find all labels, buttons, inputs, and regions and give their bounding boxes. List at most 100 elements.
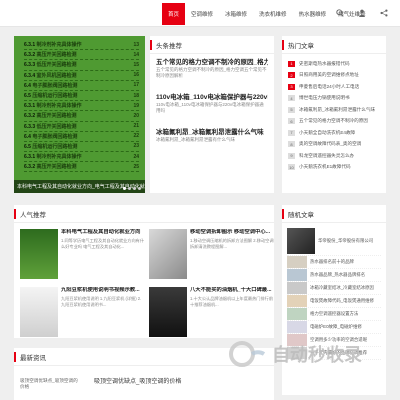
popular-summary: 九阳豆浆机使用说明 1.九阳豆浆机 (详细) 2.九阳豆浆机使用说明书... <box>61 296 142 307</box>
headline-title[interactable]: 五个常见的格力空调不制冷的原因_格力空调... <box>156 58 268 67</box>
hero-line: 6.3.1 制冷剂补充具体操作 13 <box>24 40 139 51</box>
hero-line: 6.3.1 制冷剂补充具体操作 19 <box>24 101 139 112</box>
hot-article-item[interactable]: 10 小天鹅洗衣机E1故障代码 <box>288 162 380 174</box>
hot-article-item[interactable]: 3 申菱售后电话24小时人工电话 <box>288 81 380 93</box>
hot-article-item[interactable]: 4 博世电压力锅使用说明书 <box>288 93 380 105</box>
headline-title[interactable]: 冰箱氟利昂_冰箱氟利昂泄露什么气味 <box>156 128 268 137</box>
latest-news-title[interactable]: 吸顶空调优缺点_吸顶空调的价格 <box>94 378 264 386</box>
hero-line: 6.4 电子膨胀阀回路检测 22 <box>24 132 139 142</box>
headline-summary: 110v电冰箱_110v电冰箱保护器与220v电冰箱保护器通用吗 <box>156 102 264 113</box>
rank-badge: 10 <box>288 164 295 171</box>
hero-line: 6.3.3 低压开关回路检测 21 <box>24 122 139 132</box>
article-thumbnail[interactable] <box>287 347 307 359</box>
latest-news-heading: 最新资讯 <box>14 348 274 366</box>
nav-item-ac[interactable]: 空调维修 <box>185 3 219 25</box>
random-article-item[interactable]: 电饭煲故障代码_电饭煲通用维修 <box>287 295 381 308</box>
pagination-dot[interactable] <box>138 187 141 190</box>
hot-article-item[interactable]: 6 五个常见的格力空调不制冷的原因 <box>288 116 380 128</box>
popular-item[interactable]: 九阳豆浆机使用说明书视频示教... 九阳豆浆机使用说明 1.九阳豆浆机 (详细)… <box>20 287 145 342</box>
article-thumbnail[interactable] <box>287 321 307 333</box>
hero-slider[interactable]: 6.3.1 制冷剂补充具体操作 13 6.3.2 高压开关回路检测 14 6.3.3… <box>14 36 145 193</box>
popular-item[interactable]: 移动空调拆卸图示 移动空调中心... 1.移动空调压缩机的拆卸方法图解 2.移动… <box>149 229 274 284</box>
random-articles-heading: 随机文章 <box>282 205 386 223</box>
article-thumbnail[interactable] <box>287 308 307 320</box>
popular-item[interactable]: 八大不能买的油烟机_十大口碑最... 1.十大公认品牌油烟机以上年度最热门排行前… <box>149 287 274 342</box>
article-thumbnail[interactable] <box>287 269 307 281</box>
random-article-item[interactable]: 一千元内最好的品牌空调推荐 <box>287 347 381 360</box>
hero-pagination <box>123 187 141 190</box>
popular-thumbnail[interactable] <box>20 287 58 337</box>
pagination-dot[interactable] <box>128 187 131 190</box>
random-article-item[interactable]: 电磁炉E0故障_电磁炉维修 <box>287 321 381 334</box>
hero-line: 6.5 压缩机运行回路检测 18 <box>24 91 139 102</box>
random-articles-panel: 随机文章 华帝股份_华帝股份有限公司 热水器排名前十的品牌 热水器品牌_热水器品… <box>282 205 386 395</box>
hero-line: 6.3.3 低压开关回路检测 15 <box>24 60 139 71</box>
popular-title[interactable]: 本科电气工程及其自动化就业方向 <box>61 229 145 236</box>
random-article-item[interactable]: 华帝股份_华帝股份有限公司 <box>287 226 381 256</box>
popular-thumbnail[interactable] <box>149 287 187 337</box>
nav-item-heater[interactable]: 热水器维修 <box>293 3 333 25</box>
search-icon[interactable] <box>334 7 346 19</box>
site-logo[interactable] <box>14 8 74 19</box>
headline-item: 五个常见的格力空调不制冷的原因_格力空调... 五个常见的格力空调不制冷的原因_… <box>156 58 268 79</box>
hot-article-item[interactable]: 2 日照商用美的空调维修点地址 <box>288 70 380 82</box>
headline-title[interactable]: 110v电冰箱_110v电冰箱保护器与220v电... <box>156 93 268 102</box>
popular-thumbnail[interactable] <box>20 229 58 279</box>
headline-summary: 冰箱氟利昂_冰箱氟利昂泄露有什么气味 <box>156 137 236 142</box>
headlines-panel: 头条推荐 五个常见的格力空调不制冷的原因_格力空调... 五个常见的格力空调不制… <box>150 36 274 193</box>
hero-line: 6.5 压缩机运行回路检测 23 <box>24 142 139 153</box>
hero-line: 6.3.1 制冷剂补充具体操作 24 <box>24 152 139 163</box>
hero-line: 6.3.2 高压开关回路检测 25 <box>24 162 139 173</box>
hero-line: 6.4 电子膨胀阀回路检测 17 <box>24 81 139 91</box>
rank-badge: 3 <box>288 83 295 90</box>
hot-article-item[interactable]: 8 奥的空调故障代码表_奥的空调 <box>288 139 380 151</box>
random-article-item[interactable]: 热水器排名前十的品牌 <box>287 256 381 269</box>
hero-line: 6.3.2 高压开关回路检测 14 <box>24 50 139 61</box>
hot-article-item[interactable]: 1 史密斯电热水器报错代码 <box>288 58 380 70</box>
nav-item-fridge[interactable]: 冰箱维修 <box>219 3 253 25</box>
hot-article-item[interactable]: 7 小天鹅全自动洗衣机E4故障 <box>288 127 380 139</box>
pagination-dot[interactable] <box>133 187 136 190</box>
popular-title[interactable]: 九阳豆浆机使用说明书视频示教... <box>61 287 145 294</box>
article-thumbnail[interactable] <box>287 282 307 294</box>
rank-badge: 4 <box>288 95 295 102</box>
rank-badge: 5 <box>288 106 295 113</box>
rank-badge: 2 <box>288 72 295 79</box>
popular-title[interactable]: 八大不能买的油烟机_十大口碑最... <box>190 287 274 294</box>
nav-item-washer[interactable]: 洗衣机维修 <box>253 3 293 25</box>
article-thumbnail[interactable] <box>287 295 307 307</box>
hot-articles-heading: 热门文章 <box>282 36 386 54</box>
share-icon[interactable] <box>378 7 390 19</box>
random-article-item[interactable]: 空调用多少功率的空调合适呢 <box>287 334 381 347</box>
popular-thumbnail[interactable] <box>149 229 187 279</box>
random-article-item[interactable]: 格力空调遥控器设置方法 <box>287 308 381 321</box>
pagination-dot[interactable] <box>123 187 126 190</box>
rank-badge: 7 <box>288 129 295 136</box>
hot-article-item[interactable]: 9 科龙空调遥控器失灵怎么办 <box>288 150 380 162</box>
popular-title[interactable]: 移动空调拆卸图示 移动空调中心... <box>190 229 274 236</box>
popular-summary: 1.十大公认品牌油烟机以上年度最热门排行前十推荐油烟机... <box>190 296 274 307</box>
hero-image-document: 6.3.1 制冷剂补充具体操作 13 6.3.2 高压开关回路检测 14 6.3.3… <box>24 40 139 173</box>
article-thumbnail[interactable] <box>287 334 307 346</box>
headline-item: 冰箱氟利昂_冰箱氟利昂泄露什么气味 冰箱氟利昂_冰箱氟利昂泄露有什么气味 <box>156 128 268 143</box>
hero-line: 6.3.2 高压开关回路检测 20 <box>24 111 139 122</box>
hot-articles-panel: 热门文章 1 史密斯电热水器报错代码 2 日照商用美的空调维修点地址 3 申菱售后电话… <box>282 36 386 193</box>
article-thumbnail[interactable] <box>287 227 315 254</box>
headline-item: 110v电冰箱_110v电冰箱保护器与220v电... 110v电冰箱_110v… <box>156 93 268 114</box>
top-icons <box>334 7 390 19</box>
top-nav-bar: 首页 空调维修 冰箱维修 洗衣机维修 热水器维修 燃气灶维修 <box>0 0 400 27</box>
popular-summary: 1.移动空调压缩机的拆卸方法图解 2.移动空调拆卸清洗教程图解... <box>190 238 274 249</box>
random-article-item[interactable]: 热水器品牌_热水器品牌排名 <box>287 269 381 282</box>
article-thumbnail[interactable] <box>287 256 307 268</box>
hot-article-item[interactable]: 5 冰箱氟利昂_冰箱氟利昂泄露什么气味 <box>288 104 380 116</box>
rank-badge: 8 <box>288 141 295 148</box>
random-article-item[interactable]: 冰箱冷藏室结冰_冷藏室结冰原因 <box>287 282 381 295</box>
headline-summary: 五个常见的格力空调不制冷的原因_格力空调五个常见不制冷原因解析 <box>156 67 267 78</box>
popular-item[interactable]: 本科电气工程及其自动化就业方向 1.同等学历电气工程及其自动化就业方向有什么好专… <box>20 229 145 284</box>
image-alt-text: 吸顶空调优缺点_吸顶空调的价格 <box>20 378 78 389</box>
hero-line: 6.3.4 室外风机回路检测 16 <box>24 71 139 81</box>
latest-news-thumbnail[interactable]: 吸顶空调优缺点_吸顶空调的价格 <box>20 378 78 400</box>
rank-badge: 6 <box>288 118 295 125</box>
nav-item-home[interactable]: 首页 <box>162 3 186 25</box>
user-icon[interactable] <box>356 7 368 19</box>
